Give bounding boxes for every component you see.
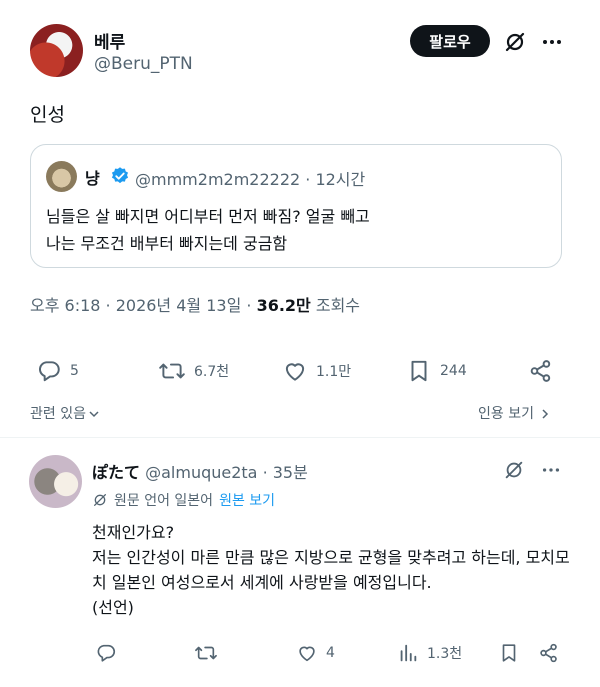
quote-avatar	[46, 161, 77, 192]
like-count: 1.1만	[316, 364, 352, 380]
translation-notice: 원문 언어 일본어 원본 보기	[92, 490, 275, 510]
reply-icon	[36, 358, 62, 384]
quote-text: 님들은 살 빠지면 어디부터 먼저 빠짐? 얼굴 빼고 나는 무조건 배부터 빠…	[46, 203, 546, 257]
view-quotes-link[interactable]: 인용 보기	[478, 403, 550, 423]
reply-header: ぽたて @almuque2ta · 35분	[92, 459, 308, 483]
bookmark-button[interactable]: 244	[406, 353, 467, 389]
reply-icon	[95, 642, 117, 664]
reply-text: 천재인가요? 저는 인간성이 마른 만큼 많은 지방으로 균형을 맞추려고 하는…	[92, 523, 570, 617]
repost-count: 6.7천	[194, 364, 230, 380]
reply-reply-button[interactable]	[95, 638, 117, 668]
original-language: 원문 언어 일본어	[114, 493, 214, 509]
views-label: 조회수	[310, 296, 361, 315]
quote-line-2: 나는 무조건 배부터 빠지는데 궁금함	[46, 234, 288, 253]
repost-icon	[194, 642, 218, 664]
author-display-name[interactable]: 베루	[94, 28, 125, 53]
reply-views-button[interactable]: 1.3천	[397, 638, 462, 668]
reply-handle-time[interactable]: @almuque2ta · 35분	[140, 463, 308, 482]
reply-like-button[interactable]: 4	[296, 638, 335, 668]
chevron-down-icon	[88, 408, 100, 420]
author-handle[interactable]: @Beru_PTN	[94, 54, 193, 74]
share-icon	[538, 642, 560, 664]
reply-like-count: 4	[326, 645, 335, 661]
repost-icon	[158, 358, 186, 384]
reply-repost-button[interactable]	[194, 638, 218, 668]
see-original-link[interactable]: 원본 보기	[219, 490, 275, 510]
like-button[interactable]: 1.1만	[282, 353, 351, 389]
action-bar: 5 6.7천 1.1만 244	[0, 353, 600, 389]
author-avatar[interactable]	[30, 24, 83, 77]
verified-badge-icon	[110, 166, 130, 186]
bookmark-icon	[498, 642, 520, 664]
grok-icon[interactable]	[503, 30, 527, 54]
reply-share-button[interactable]	[538, 638, 560, 668]
translate-icon	[92, 492, 108, 508]
related-filter[interactable]: 관련 있음	[30, 403, 100, 423]
quotes-label: 인용 보기	[478, 406, 534, 422]
quote-handle-time: @mmm2m2m22222 · 12시간	[135, 170, 366, 189]
bookmark-count: 244	[440, 363, 467, 379]
post-meta: 오후 6:18 · 2026년 4월 13일 · 36.2만 조회수	[30, 292, 360, 316]
views-count: 36.2만	[256, 296, 311, 315]
reply-view-count: 1.3천	[427, 646, 463, 662]
related-label: 관련 있음	[30, 406, 86, 422]
quoted-post[interactable]: 냥 @mmm2m2m22222 · 12시간 님들은 살 빠지면 어디부터 먼저…	[30, 144, 562, 268]
repost-button[interactable]: 6.7천	[158, 353, 229, 389]
bookmark-icon	[406, 358, 432, 384]
reply-action-bar: 4 1.3천	[0, 638, 600, 668]
reply-display-name[interactable]: ぽたて	[92, 463, 140, 482]
heart-icon	[296, 642, 318, 664]
reply-more-icon[interactable]	[540, 459, 562, 481]
reply-bookmark-button[interactable]	[498, 638, 520, 668]
quote-display-name: 냥	[85, 169, 100, 188]
chevron-right-icon	[540, 408, 550, 420]
post-timestamp[interactable]: 오후 6:18 · 2026년 4월 13일 ·	[30, 296, 257, 315]
reply-button[interactable]: 5	[36, 353, 79, 389]
share-icon	[528, 358, 554, 384]
heart-icon	[282, 358, 308, 384]
quote-line-1: 님들은 살 빠지면 어디부터 먼저 빠짐? 얼굴 빼고	[46, 207, 370, 226]
share-button[interactable]	[528, 353, 554, 389]
divider	[0, 437, 600, 438]
post-text: 인성	[30, 104, 65, 126]
more-icon[interactable]	[540, 30, 564, 54]
analytics-icon	[397, 642, 419, 664]
reply-avatar[interactable]	[29, 455, 82, 508]
follow-button[interactable]: 팔로우	[410, 25, 490, 57]
reply-count: 5	[70, 363, 79, 379]
reply-grok-icon[interactable]	[503, 459, 525, 481]
